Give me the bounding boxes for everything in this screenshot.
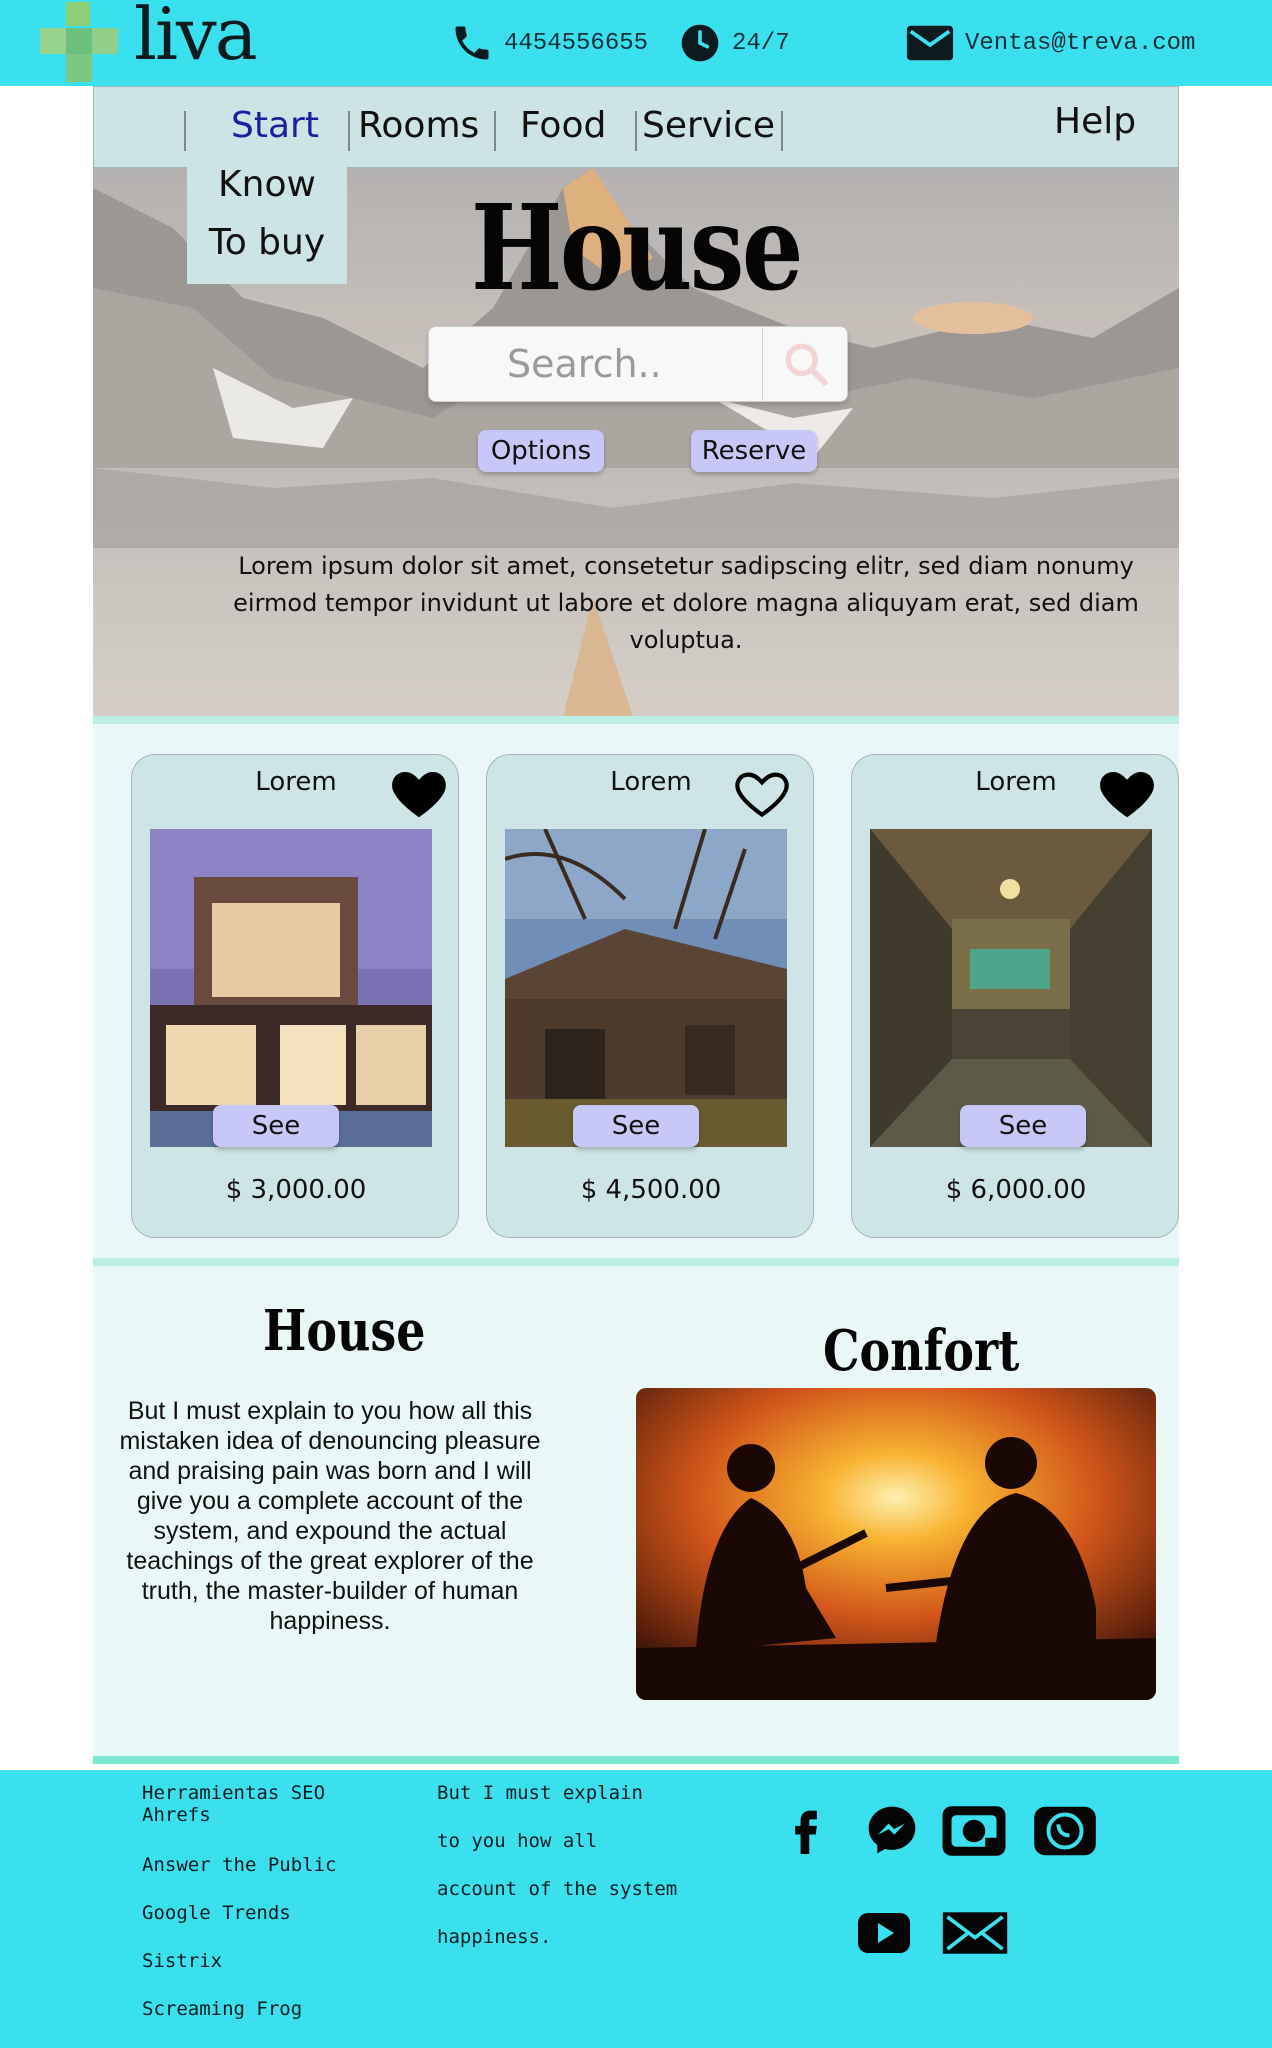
brand-logo[interactable]: liva [36, 0, 258, 86]
email-address: Ventas@treva.com [965, 29, 1196, 57]
see-button[interactable]: See [213, 1105, 339, 1147]
footer: Herramientas SEO Ahrefs Answer the Publi… [0, 1770, 1272, 2048]
search-button[interactable] [762, 327, 848, 401]
nav-item-food[interactable]: Food [520, 105, 606, 146]
nav-divider [494, 111, 496, 151]
hours-text: 24/7 [732, 29, 790, 57]
search-bar [428, 326, 848, 402]
see-button-label: See [611, 1111, 661, 1141]
messenger-icon[interactable] [864, 1802, 920, 1858]
feature-title-confort: Confort [823, 1318, 1020, 1384]
section-divider [93, 716, 1179, 724]
search-icon [785, 343, 828, 386]
options-button[interactable]: Options [478, 430, 604, 472]
product-card-3[interactable]: Lorem See $ 6,000.00 [851, 754, 1179, 1238]
footer-link-answer-the-public[interactable]: Answer the Public [142, 1854, 336, 1876]
reserve-button-label: Reserve [701, 436, 807, 466]
card-image-abandoned-interior [870, 829, 1152, 1147]
footer-link-google-trends[interactable]: Google Trends [142, 1902, 291, 1924]
product-card-2[interactable]: Lorem See $ 4,500.00 [486, 754, 814, 1238]
clock-icon [681, 24, 719, 62]
footer-text-line: to you how all [437, 1830, 598, 1852]
card-image-old-barn [505, 829, 787, 1147]
nav-item-help[interactable]: Help [1054, 101, 1136, 142]
mail-icon [906, 25, 954, 61]
card-image-modern-house [150, 829, 432, 1147]
dropdown-item-to-buy[interactable]: To buy [187, 222, 347, 263]
dropdown-item-know[interactable]: Know [187, 164, 347, 205]
phone-icon [455, 26, 489, 60]
heart-outline-icon[interactable] [731, 763, 793, 825]
nav-item-rooms[interactable]: Rooms [358, 105, 479, 146]
see-button-label: See [998, 1111, 1048, 1141]
footer-link-screaming-frog[interactable]: Screaming Frog [142, 1998, 302, 2020]
footer-link-sistrix[interactable]: Sistrix [142, 1950, 222, 1972]
product-card-1[interactable]: Lorem See $ 3,000.00 [131, 754, 459, 1238]
logo-text: liva [134, 0, 258, 76]
section-divider [93, 1258, 1179, 1266]
nav-item-service[interactable]: Service [642, 105, 775, 146]
search-input[interactable] [437, 333, 757, 395]
logo-mark-icon [40, 2, 118, 82]
see-button-label: See [251, 1111, 301, 1141]
card-price: $ 6,000.00 [945, 1175, 1087, 1205]
start-dropdown-menu: Know To buy [187, 162, 347, 284]
feature-description: But I must explain to you how all this m… [119, 1397, 541, 1635]
feature-image-guitar-sunset [636, 1388, 1156, 1700]
nav-divider [635, 111, 637, 151]
instagram-icon[interactable] [940, 1804, 1008, 1858]
hero-description: Lorem ipsum dolor sit amet, consetetur s… [233, 552, 1139, 654]
feature-title-house: House [263, 1298, 426, 1364]
card-price: $ 4,500.00 [580, 1175, 722, 1205]
phone-contact[interactable]: 4454556655 [450, 0, 648, 86]
phone-number: 4454556655 [504, 29, 649, 57]
footer-text-line: account of the system [437, 1878, 678, 1900]
nav-divider [184, 111, 186, 151]
email-contact[interactable]: Ventas@treva.com [905, 0, 1195, 86]
footer-link-ahrefs[interactable]: Herramientas SEO Ahrefs [142, 1782, 362, 1826]
top-bar: liva 4454556655 24/7 Ventas@treva.com [0, 0, 1272, 86]
whatsapp-icon[interactable] [1032, 1804, 1098, 1858]
see-button[interactable]: See [573, 1105, 699, 1147]
reserve-button[interactable]: Reserve [691, 430, 817, 472]
main-nav: Start Rooms Food Service Help [93, 86, 1179, 168]
heart-filled-icon[interactable] [1096, 763, 1158, 825]
see-button[interactable]: See [960, 1105, 1086, 1147]
options-button-label: Options [490, 436, 592, 466]
hours-contact: 24/7 [678, 0, 790, 86]
youtube-icon[interactable] [856, 1910, 912, 1956]
facebook-icon[interactable] [780, 1802, 832, 1854]
nav-divider [781, 111, 783, 151]
nav-item-start[interactable]: Start [231, 105, 319, 146]
card-price: $ 3,000.00 [225, 1175, 367, 1205]
footer-text-line: But I must explain [437, 1782, 643, 1804]
section-divider [93, 1756, 1179, 1764]
mail-icon[interactable] [940, 1910, 1010, 1956]
heart-filled-icon[interactable] [388, 763, 450, 825]
footer-text-line: happiness. [437, 1926, 552, 1948]
nav-divider [348, 111, 350, 151]
